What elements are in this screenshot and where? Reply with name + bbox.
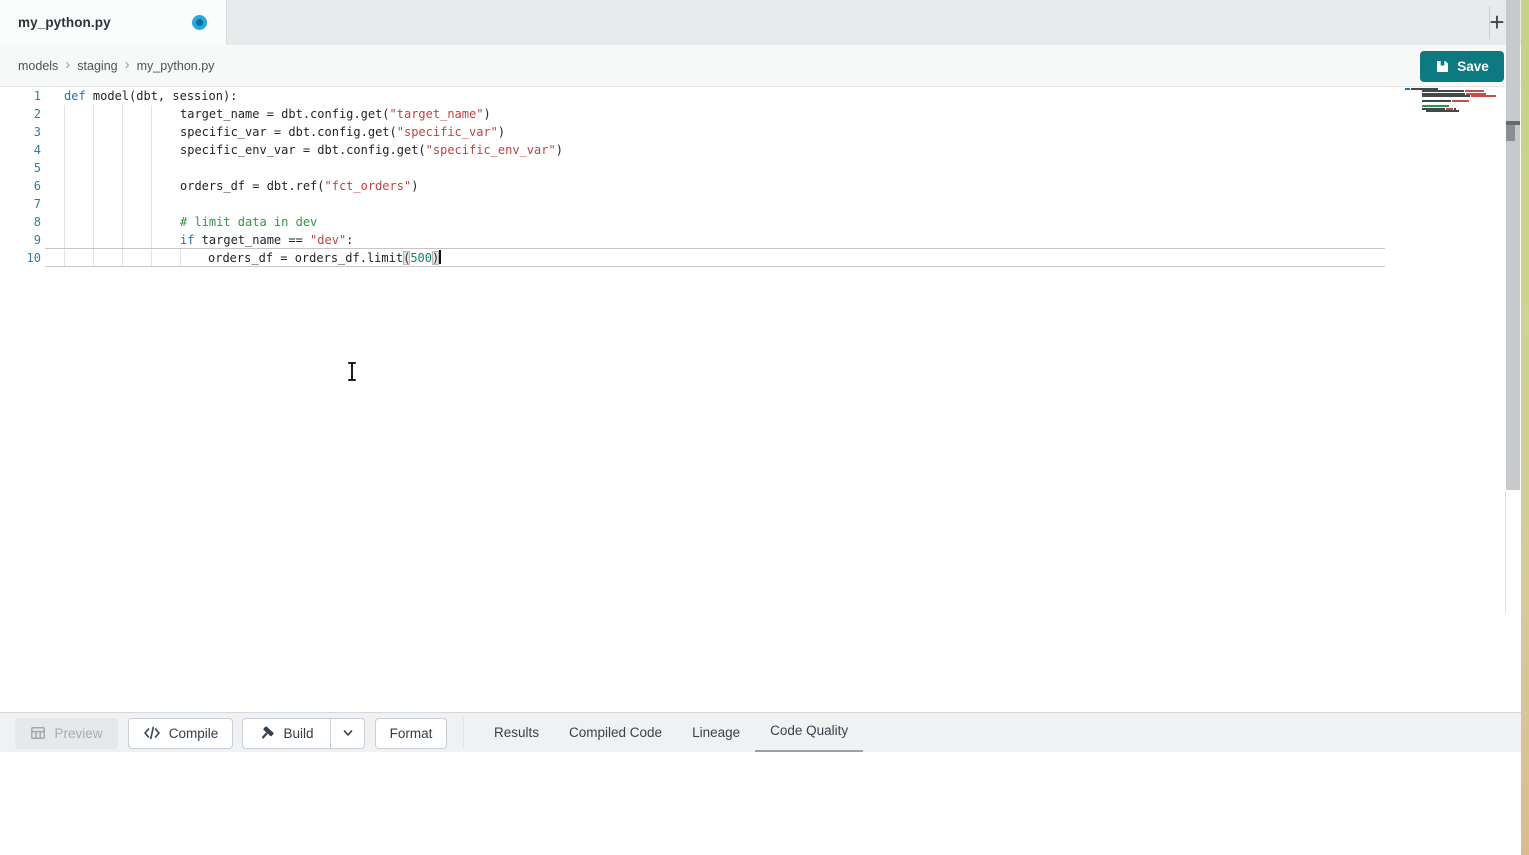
ide-window: my_python.py + models › staging › my_pyt… [0, 0, 1529, 855]
breadcrumb-file[interactable]: my_python.py [137, 59, 215, 73]
line-number: 9 [0, 231, 41, 249]
build-button-group: Build [242, 718, 365, 749]
line-number: 10 [0, 249, 41, 267]
format-button[interactable]: Format [375, 718, 447, 749]
line-number: 8 [0, 213, 41, 231]
build-button-label: Build [283, 726, 313, 741]
table-grid-icon [30, 725, 46, 741]
breadcrumb-models[interactable]: models [18, 59, 58, 73]
tab-lineage[interactable]: Lineage [677, 713, 755, 753]
build-button[interactable]: Build [242, 718, 330, 749]
line-number: 1 [0, 87, 41, 105]
desktop-edge-strip [1521, 0, 1529, 855]
save-button[interactable]: Save [1420, 51, 1504, 82]
format-button-label: Format [390, 726, 433, 741]
floppy-save-icon [1435, 59, 1450, 74]
code-line[interactable]: 4specific_env_var = dbt.config.get("spec… [0, 141, 1385, 159]
code-line[interactable]: 5 [0, 159, 1385, 177]
unsaved-changes-dot-icon [192, 15, 207, 30]
tab-results[interactable]: Results [479, 713, 554, 753]
code-line[interactable]: 3specific_var = dbt.config.get("specific… [0, 123, 1385, 141]
line-number: 5 [0, 159, 41, 177]
file-tab-bar: my_python.py + [0, 0, 1521, 45]
editor-right-border [1505, 490, 1506, 613]
line-number: 2 [0, 105, 41, 123]
line-number: 7 [0, 195, 41, 213]
panel-tabs: Results Compiled Code Lineage Code Quali… [479, 713, 863, 753]
results-panel [0, 752, 1521, 855]
code-line[interactable]: 9if target_name == "dev": [0, 231, 1385, 249]
toolbar-divider [463, 717, 464, 749]
code-line[interactable]: 10orders_df = orders_df.limit(500) [0, 249, 1385, 267]
file-tab-my-python[interactable]: my_python.py [0, 0, 227, 45]
code-editor[interactable]: 1def model(dbt, session):2target_name = … [0, 87, 1521, 711]
chevron-right-icon: › [65, 57, 70, 72]
chevron-down-icon [341, 726, 355, 740]
bottom-toolbar: Preview Compile [0, 712, 1521, 753]
code-line[interactable]: 8# limit data in dev [0, 213, 1385, 231]
editor-scrollbar-handle[interactable] [1506, 125, 1515, 141]
save-button-label: Save [1457, 59, 1489, 74]
breadcrumb-staging[interactable]: staging [77, 59, 117, 73]
file-tab-label: my_python.py [18, 15, 111, 30]
code-line[interactable]: 2target_name = dbt.config.get("target_na… [0, 105, 1385, 123]
preview-button[interactable]: Preview [15, 718, 118, 749]
code-lines: 1def model(dbt, session):2target_name = … [0, 87, 1385, 267]
preview-button-label: Preview [54, 726, 102, 741]
line-number: 4 [0, 141, 41, 159]
compile-button[interactable]: Compile [128, 718, 233, 749]
code-line[interactable]: 7 [0, 195, 1385, 213]
code-line[interactable]: 1def model(dbt, session): [0, 87, 1385, 105]
line-number: 3 [0, 123, 41, 141]
line-number: 6 [0, 177, 41, 195]
plus-icon: + [1489, 7, 1504, 37]
code-line[interactable]: 6orders_df = dbt.ref("fct_orders") [0, 177, 1385, 195]
build-options-button[interactable] [330, 718, 365, 749]
tab-code-quality[interactable]: Code Quality [755, 713, 863, 753]
minimap[interactable] [1405, 88, 1505, 113]
breadcrumb: models › staging › my_python.py [0, 45, 1521, 87]
tab-compiled-code[interactable]: Compiled Code [554, 713, 677, 753]
hammer-icon [259, 725, 275, 741]
chevron-right-icon: › [125, 57, 130, 72]
editor-scrollbar-track[interactable] [1506, 0, 1520, 490]
code-brackets-icon [143, 726, 161, 740]
compile-button-label: Compile [169, 726, 219, 741]
